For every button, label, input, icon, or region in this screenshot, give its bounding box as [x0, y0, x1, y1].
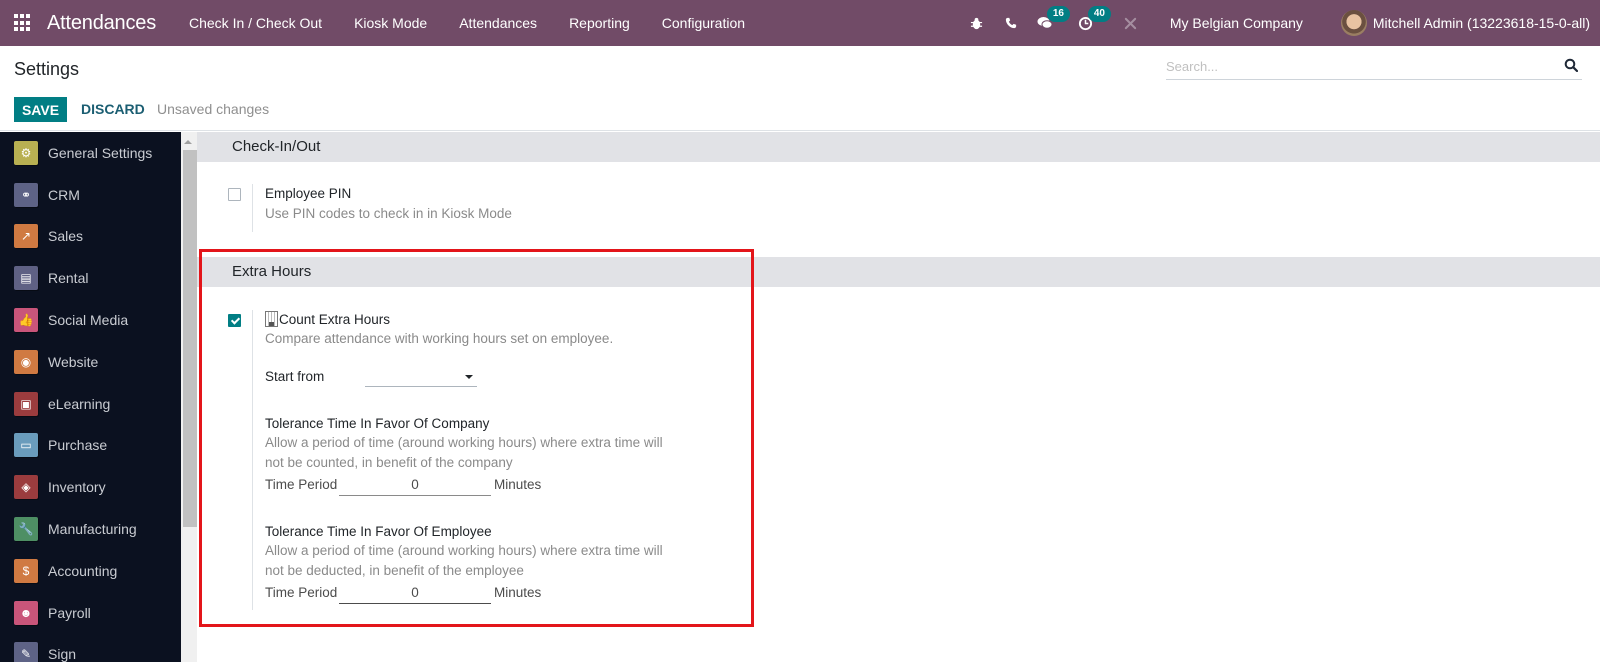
- sidebar-item-label: General Settings: [48, 144, 153, 161]
- avatar: [1340, 10, 1367, 36]
- company-time-period-label: Time Period: [265, 477, 338, 492]
- sidebar-item-inventory[interactable]: ◈ Inventory: [0, 466, 181, 508]
- company-specific-building-icon: [265, 311, 278, 327]
- settings-sidebar: ⚙ General Settings ⚭ CRM ↗ Sales ▤ Rental 👍 Socia…: [0, 132, 181, 662]
- employee-time-period-label: Time Period: [265, 585, 338, 600]
- employee-minutes-unit: Minutes: [494, 585, 542, 600]
- sidebar-item-crm[interactable]: ⚭ CRM: [0, 174, 181, 216]
- sidebar-scrollbar[interactable]: [181, 132, 197, 662]
- sidebar-item-label: Accounting: [48, 562, 118, 579]
- company-tolerance-title: Tolerance Time In Favor Of Company: [265, 416, 490, 431]
- user-name: Mitchell Admin (13223618-15-0-all): [1372, 15, 1590, 31]
- count-extra-hours-label: Count Extra Hours: [279, 312, 391, 327]
- systray: 16 40 My Belgian Company Mitchell Admin …: [960, 0, 1600, 46]
- employee-tolerance-desc-line2: not be deducted, in benefit of the emplo…: [265, 563, 524, 578]
- count-extra-hours-description: Compare attendance with working hours se…: [265, 331, 614, 346]
- section-title-check-in-out: Check-In/Out: [197, 132, 1600, 162]
- sidebar-item-label: Sign: [48, 646, 77, 662]
- purchase-app-icon: ▭: [14, 433, 38, 458]
- company-switcher[interactable]: My Belgian Company: [1170, 15, 1303, 31]
- apps-menu-icon[interactable]: [14, 14, 32, 32]
- sidebar-item-label: eLearning: [48, 395, 111, 412]
- scroll-up-arrow-icon[interactable]: [184, 140, 192, 144]
- messages-badge: 16: [1046, 6, 1070, 22]
- settings-content: Check-In/Out Employee PIN Use PIN codes …: [197, 132, 1600, 662]
- section-title-extra-hours: Extra Hours: [197, 257, 1600, 287]
- employee-tolerance-desc-line1: Allow a period of time (around working h…: [265, 543, 663, 558]
- save-button[interactable]: SAVE: [14, 97, 67, 122]
- company-tolerance-desc-line1: Allow a period of time (around working h…: [265, 435, 663, 450]
- tools-icon[interactable]: [1123, 15, 1139, 31]
- general-settings-app-icon: ⚙: [14, 140, 38, 165]
- sidebar-item-sign[interactable]: ✎ Sign: [0, 634, 181, 662]
- menu-check-in-out[interactable]: Check In / Check Out: [173, 0, 338, 46]
- sidebar-item-label: Social Media: [48, 312, 129, 329]
- sidebar-item-label: Manufacturing: [48, 521, 137, 538]
- sidebar-item-social-media[interactable]: 👍 Social Media: [0, 299, 181, 341]
- menu-kiosk-mode[interactable]: Kiosk Mode: [338, 0, 443, 46]
- user-menu[interactable]: Mitchell Admin (13223618-15-0-all): [1340, 10, 1590, 36]
- sidebar-item-label: CRM: [48, 186, 80, 203]
- top-navbar: Attendances Check In / Check Out Kiosk M…: [0, 0, 1600, 46]
- sidebar-item-rental[interactable]: ▤ Rental: [0, 257, 181, 299]
- sidebar-item-payroll[interactable]: ☻ Payroll: [0, 592, 181, 634]
- search-bar: [1166, 54, 1582, 80]
- company-tolerance-input[interactable]: [339, 474, 491, 496]
- company-minutes-unit: Minutes: [494, 477, 542, 492]
- menu-configuration[interactable]: Configuration: [646, 0, 761, 46]
- unsaved-changes-status: Unsaved changes: [157, 101, 270, 117]
- employee-pin-checkbox[interactable]: [228, 188, 241, 201]
- rental-app-icon: ▤: [14, 266, 38, 291]
- messages-icon[interactable]: 16: [1037, 6, 1070, 31]
- sidebar-item-label: Inventory: [48, 479, 106, 496]
- employee-tolerance-title: Tolerance Time In Favor Of Employee: [265, 524, 492, 539]
- sidebar-item-general-settings[interactable]: ⚙ General Settings: [0, 132, 181, 174]
- manufacturing-app-icon: 🔧: [14, 517, 38, 542]
- sidebar-item-manufacturing[interactable]: 🔧 Manufacturing: [0, 508, 181, 550]
- sidebar-item-label: Purchase: [48, 437, 108, 454]
- sidebar-item-label: Payroll: [48, 604, 91, 621]
- sign-app-icon: ✎: [14, 642, 38, 662]
- activities-badge: 40: [1087, 6, 1111, 22]
- sidebar-item-label: Website: [48, 353, 99, 370]
- sales-app-icon: ↗: [14, 224, 38, 249]
- scrollbar-thumb[interactable]: [183, 150, 197, 527]
- company-tolerance-desc-line2: not be counted, in benefit of the compan…: [265, 455, 513, 470]
- employee-tolerance-input[interactable]: [339, 582, 491, 604]
- inventory-app-icon: ◈: [14, 475, 38, 500]
- sidebar-item-label: Rental: [48, 270, 89, 287]
- social-media-app-icon: 👍: [14, 308, 38, 333]
- sidebar-item-label: Sales: [48, 228, 84, 245]
- phone-icon[interactable]: [1003, 15, 1019, 31]
- payroll-app-icon: ☻: [14, 600, 38, 625]
- sidebar-item-website[interactable]: ◉ Website: [0, 341, 181, 383]
- employee-pin-label: Employee PIN: [265, 186, 352, 201]
- page-title: Settings: [14, 59, 80, 79]
- menu-attendances[interactable]: Attendances: [443, 0, 553, 46]
- sidebar-item-sales[interactable]: ↗ Sales: [0, 216, 181, 258]
- search-input[interactable]: [1166, 54, 1546, 78]
- control-panel: Settings SAVE DISCARD Unsaved changes: [0, 46, 1600, 131]
- crm-app-icon: ⚭: [14, 182, 38, 207]
- activities-icon[interactable]: 40: [1078, 6, 1111, 31]
- accounting-app-icon: $: [14, 558, 38, 583]
- sidebar-item-elearning[interactable]: ▣ eLearning: [0, 383, 181, 425]
- divider: [252, 184, 253, 232]
- divider: [252, 310, 253, 610]
- sidebar-item-accounting[interactable]: $ Accounting: [0, 550, 181, 592]
- employee-pin-description: Use PIN codes to check in in Kiosk Mode: [265, 206, 512, 221]
- elearning-app-icon: ▣: [14, 391, 38, 416]
- bug-icon[interactable]: [969, 15, 985, 31]
- website-app-icon: ◉: [14, 349, 38, 374]
- caret-down-icon: [465, 375, 473, 379]
- start-from-select[interactable]: [365, 365, 477, 387]
- app-title[interactable]: Attendances: [47, 12, 156, 35]
- count-extra-hours-checkbox[interactable]: [228, 314, 241, 327]
- sidebar-item-purchase[interactable]: ▭ Purchase: [0, 425, 181, 467]
- discard-button[interactable]: DISCARD: [81, 97, 145, 122]
- start-from-label: Start from: [265, 369, 325, 384]
- menu-reporting[interactable]: Reporting: [553, 0, 646, 46]
- search-icon[interactable]: [1564, 58, 1580, 74]
